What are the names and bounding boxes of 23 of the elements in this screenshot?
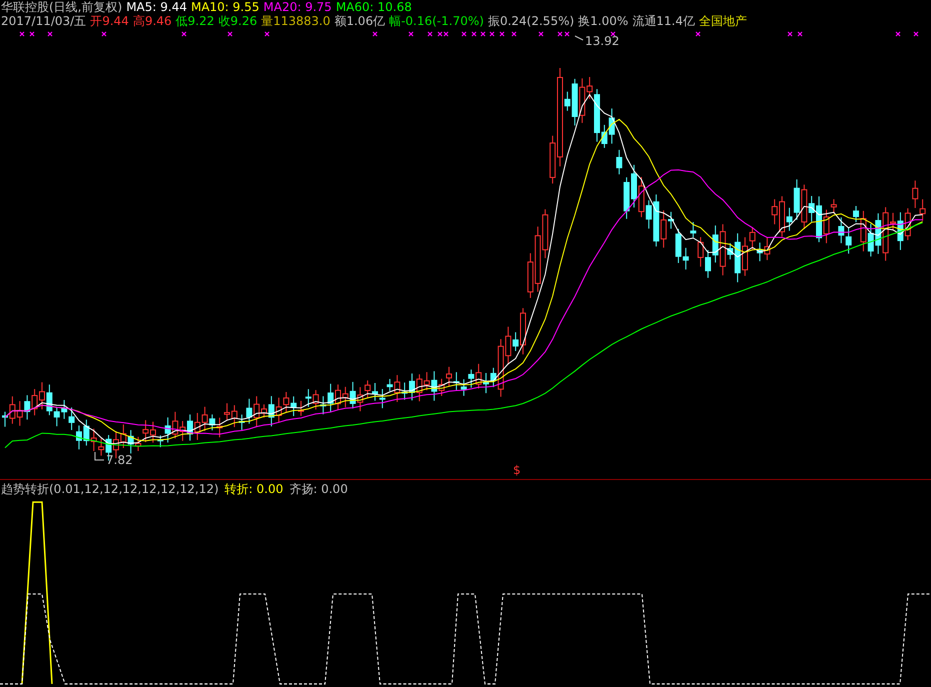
moving-average-value: MA10: 9.55	[190, 0, 260, 14]
high-price-callout: 13.92	[574, 34, 620, 48]
quote-field: 低9.22	[176, 14, 214, 28]
indicator-value: 转折: 0.00	[224, 482, 284, 497]
quote-field: 振0.24(2.55%)	[488, 14, 574, 28]
quote-field: 换1.00%	[578, 14, 628, 28]
quote-field: 量113883.0	[261, 14, 330, 28]
quote-field: 全国地产	[699, 14, 747, 28]
quote-field: 流通11.4亿	[632, 14, 695, 28]
quote-field: 高9.46	[132, 14, 172, 28]
moving-average-value: MA60: 10.68	[336, 0, 412, 14]
quote-field: 收9.26	[218, 14, 258, 28]
quote-field: 2017/11/03/五	[1, 14, 86, 28]
low-price-callout: 7.82	[94, 452, 133, 467]
indicator-value: 齐扬: 0.00	[289, 482, 348, 497]
indicator-name: 趋势转折(0.01,12,12,12,12,12,12,12)	[1, 482, 219, 497]
quote-field: 额1.06亿	[334, 14, 386, 28]
moving-average-value: MA20: 9.75	[263, 0, 332, 14]
quote-field: 幅-0.16(-1.70%)	[389, 14, 484, 28]
quote-field: 开9.44	[90, 14, 129, 28]
signal-marker: $	[513, 463, 521, 476]
stock-title: 华联控股(日线,前复权)	[1, 0, 122, 14]
moving-average-value: MA5: 9.44	[126, 0, 187, 14]
